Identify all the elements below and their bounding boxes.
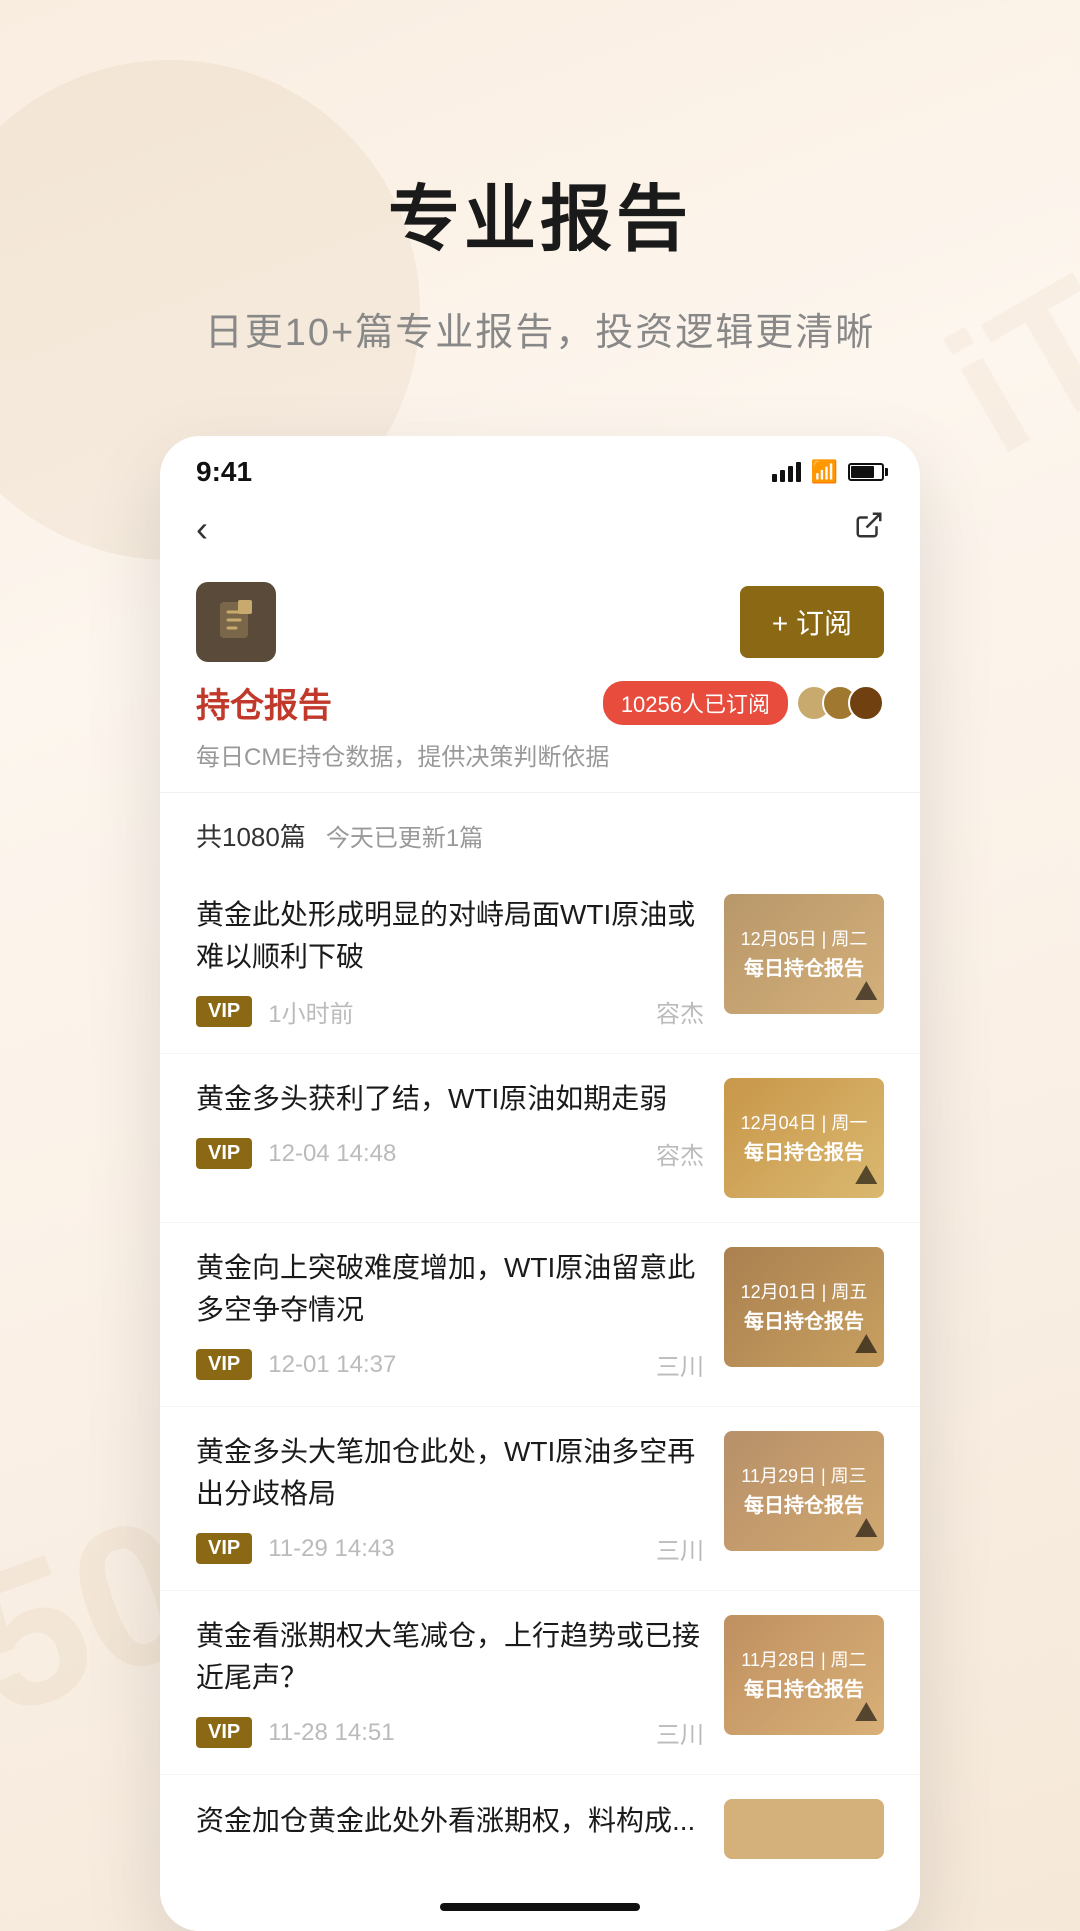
chart-icon-3: ⛰ — [854, 1328, 878, 1361]
status-icons: 📶 — [772, 459, 884, 485]
subscriber-badge: 10256人已订阅 — [603, 681, 788, 725]
article-meta-2: VIP 12-04 14:48 容杰 — [196, 1136, 704, 1171]
article-item-partial[interactable]: 资金加仓黄金此处外看涨期权，料构成... — [160, 1775, 920, 1883]
article-author-1: 容杰 — [656, 994, 704, 1029]
article-content-4: 黄金多头大笔加仓此处，WTI原油多空再出分歧格局 VIP 11-29 14:43… — [196, 1431, 704, 1566]
back-button[interactable]: ‹ — [196, 508, 208, 550]
vip-badge-3: VIP — [196, 1349, 252, 1380]
wifi-icon: 📶 — [811, 459, 838, 485]
article-count: 共1080篇 — [196, 817, 306, 854]
vip-badge-4: VIP — [196, 1533, 252, 1564]
article-meta-4: VIP 11-29 14:43 三川 — [196, 1531, 704, 1566]
chart-icon-2: ⛰ — [854, 1159, 878, 1192]
article-title-1: 黄金此处形成明显的对峙局面WTI原油或难以顺利下破 — [196, 894, 704, 978]
thumb-title-4: 每日持仓报告 — [744, 1492, 864, 1520]
article-time-1: 1小时前 — [268, 994, 353, 1029]
chart-icon-5: ⛰ — [854, 1696, 878, 1729]
article-author-3: 三川 — [656, 1347, 704, 1382]
thumb-title-5: 每日持仓报告 — [744, 1676, 864, 1704]
page-subtitle: 日更10+篇专业报告，投资逻辑更清晰 — [205, 301, 875, 356]
status-time: 9:41 — [196, 456, 252, 488]
article-thumb-1: 12月05日 | 周二 每日持仓报告 ⛰ — [724, 894, 884, 1014]
article-item[interactable]: 黄金多头大笔加仓此处，WTI原油多空再出分歧格局 VIP 11-29 14:43… — [160, 1407, 920, 1591]
article-content-3: 黄金向上突破难度增加，WTI原油留意此多空争夺情况 VIP 12-01 14:3… — [196, 1247, 704, 1382]
article-time-5: 11-28 14:51 — [268, 1719, 394, 1747]
article-content-partial: 资金加仓黄金此处外看涨期权，料构成... — [196, 1800, 704, 1858]
article-content-1: 黄金此处形成明显的对峙局面WTI原油或难以顺利下破 VIP 1小时前 容杰 — [196, 894, 704, 1029]
channel-name: 持仓报告 — [196, 678, 332, 727]
article-thumb-2: 12月04日 | 周一 每日持仓报告 ⛰ — [724, 1078, 884, 1198]
status-bar: 9:41 📶 — [160, 436, 920, 498]
thumb-date-1: 12月05日 | 周二 — [741, 925, 868, 951]
article-content-2: 黄金多头获利了结，WTI原油如期走弱 VIP 12-04 14:48 容杰 — [196, 1078, 704, 1198]
article-thumb-3: 12月01日 | 周五 每日持仓报告 ⛰ — [724, 1247, 884, 1367]
article-author-4: 三川 — [656, 1531, 704, 1566]
channel-top: + 订阅 — [196, 582, 884, 662]
thumb-title-2: 每日持仓报告 — [744, 1139, 864, 1167]
page-main-title: 专业报告 — [388, 160, 692, 265]
home-indicator — [440, 1903, 640, 1911]
article-meta-1: VIP 1小时前 容杰 — [196, 994, 704, 1029]
channel-icon — [196, 582, 276, 662]
thumb-date-3: 12月01日 | 周五 — [741, 1278, 868, 1304]
thumb-date-2: 12月04日 | 周一 — [741, 1109, 868, 1135]
chart-icon-1: ⛰ — [854, 975, 878, 1008]
article-time-2: 12-04 14:48 — [268, 1140, 396, 1168]
article-title-5: 黄金看涨期权大笔减仓，上行趋势或已接近尾声？ — [196, 1615, 704, 1699]
update-hint: 今天已更新1篇 — [326, 818, 483, 853]
article-item[interactable]: 黄金看涨期权大笔减仓，上行趋势或已接近尾声？ VIP 11-28 14:51 三… — [160, 1591, 920, 1775]
subscriber-count: 10256人已订阅 — [621, 687, 770, 719]
article-title-partial: 资金加仓黄金此处外看涨期权，料构成... — [196, 1800, 704, 1842]
avatar-3 — [848, 685, 884, 721]
article-item[interactable]: 黄金向上突破难度增加，WTI原油留意此多空争夺情况 VIP 12-01 14:3… — [160, 1223, 920, 1407]
phone-mockup: 9:41 📶 ‹ — [160, 436, 920, 1931]
nav-bar: ‹ — [160, 498, 920, 566]
channel-name-row: 持仓报告 10256人已订阅 — [196, 678, 884, 727]
thumb-date-5: 11月28日 | 周二 — [741, 1646, 866, 1672]
battery-icon — [848, 463, 884, 481]
vip-badge-2: VIP — [196, 1138, 252, 1169]
thumb-title-1: 每日持仓报告 — [744, 955, 864, 983]
article-thumb-4: 11月29日 | 周三 每日持仓报告 ⛰ — [724, 1431, 884, 1551]
article-time-4: 11-29 14:43 — [268, 1535, 394, 1563]
channel-description: 每日CME持仓数据，提供决策判断依据 — [196, 737, 884, 772]
article-meta-5: VIP 11-28 14:51 三川 — [196, 1715, 704, 1750]
vip-badge-5: VIP — [196, 1717, 252, 1748]
avatar-stack — [796, 685, 884, 721]
article-thumb-5: 11月28日 | 周二 每日持仓报告 ⛰ — [724, 1615, 884, 1735]
article-meta-3: VIP 12-01 14:37 三川 — [196, 1347, 704, 1382]
article-item[interactable]: 黄金多头获利了结，WTI原油如期走弱 VIP 12-04 14:48 容杰 12… — [160, 1054, 920, 1223]
signal-icon — [772, 462, 801, 482]
article-thumb-partial — [724, 1799, 884, 1859]
article-time-3: 12-01 14:37 — [268, 1351, 396, 1379]
chart-icon-4: ⛰ — [854, 1512, 878, 1545]
thumb-title-3: 每日持仓报告 — [744, 1308, 864, 1336]
thumb-date-4: 11月29日 | 周三 — [741, 1462, 866, 1488]
article-title-4: 黄金多头大笔加仓此处，WTI原油多空再出分歧格局 — [196, 1431, 704, 1515]
article-item[interactable]: 黄金此处形成明显的对峙局面WTI原油或难以顺利下破 VIP 1小时前 容杰 12… — [160, 870, 920, 1054]
article-content-5: 黄金看涨期权大笔减仓，上行趋势或已接近尾声？ VIP 11-28 14:51 三… — [196, 1615, 704, 1750]
bottom-indicator-area — [160, 1883, 920, 1931]
article-author-5: 三川 — [656, 1715, 704, 1750]
article-title-2: 黄金多头获利了结，WTI原油如期走弱 — [196, 1078, 704, 1120]
share-button[interactable] — [854, 510, 884, 548]
vip-badge-1: VIP — [196, 996, 252, 1027]
channel-header: + 订阅 持仓报告 10256人已订阅 每日CME持仓数据，提供决策判断依据 — [160, 566, 920, 793]
article-list-header: 共1080篇 今天已更新1篇 — [160, 793, 920, 870]
article-title-3: 黄金向上突破难度增加，WTI原油留意此多空争夺情况 — [196, 1247, 704, 1331]
article-author-2: 容杰 — [656, 1136, 704, 1171]
subscribe-button[interactable]: + 订阅 — [740, 586, 884, 658]
